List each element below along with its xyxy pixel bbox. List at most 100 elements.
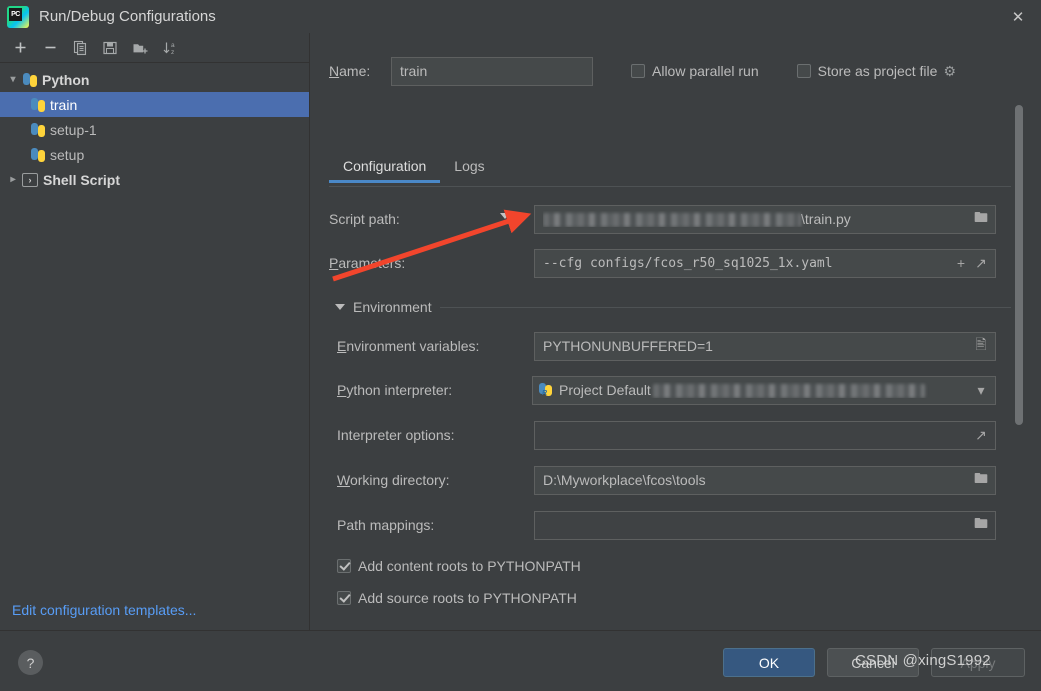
sidebar-toolbar: a z xyxy=(0,33,309,63)
shell-script-icon: › xyxy=(22,172,38,187)
checkbox-box xyxy=(337,591,351,605)
tree-item-setup-1[interactable]: setup-1 xyxy=(0,117,309,142)
name-row: Name: Allow parallel run Store as projec… xyxy=(329,55,1029,87)
checkbox-box xyxy=(631,64,645,78)
list-edit-icon[interactable]: 🖹 xyxy=(971,334,991,358)
folder-icon[interactable]: 🖿 xyxy=(971,207,991,231)
interpreter-options-field[interactable]: ↗ xyxy=(534,420,996,450)
working-directory-label: Working directory: xyxy=(337,472,450,488)
add-source-roots-label: Add source roots to PYTHONPATH xyxy=(358,590,577,606)
add-source-roots-checkbox[interactable]: Add source roots to PYTHONPATH xyxy=(337,590,577,606)
working-directory-field[interactable]: D:\Myworkplace\fcos\tools 🖿 xyxy=(534,465,996,495)
tab-separator xyxy=(329,186,1011,187)
add-configuration-button[interactable] xyxy=(6,36,34,60)
python-interpreter-icon: R xyxy=(538,382,554,398)
add-macro-icon[interactable]: + xyxy=(951,255,971,271)
python-interpreter-value: Project Default xyxy=(559,382,971,399)
python-interpreter-field[interactable]: R Project Default ▾ xyxy=(532,375,996,405)
path-mappings-label: Path mappings: xyxy=(337,517,435,533)
configurations-tree: ▾ Python train setup-1 setup ▸ › Shell S… xyxy=(0,63,309,192)
script-path-label: Script path: xyxy=(329,211,400,227)
path-mappings-field[interactable]: 🖿 xyxy=(534,510,996,540)
checkbox-box xyxy=(796,64,811,78)
expand-icon[interactable]: ↗ xyxy=(971,255,991,272)
tab-logs[interactable]: Logs xyxy=(440,155,498,183)
python-interpreter-label: Python interpreter: xyxy=(337,382,453,398)
remove-configuration-button[interactable] xyxy=(36,36,64,60)
name-label: Name: xyxy=(329,63,371,79)
configuration-detail-panel: Name: Allow parallel run Store as projec… xyxy=(311,33,1041,650)
title-bar: Run/Debug Configurations ✕ xyxy=(0,0,1041,33)
tree-item-train[interactable]: train xyxy=(0,92,309,117)
environment-variables-field[interactable]: PYTHONUNBUFFERED=1 🖹 xyxy=(534,331,996,361)
python-icon xyxy=(22,72,38,88)
python-interpreter-row: Python interpreter: R Project Default ▾ xyxy=(329,375,1011,405)
pycharm-logo-icon xyxy=(7,5,29,28)
tree-item-setup[interactable]: setup xyxy=(0,142,309,167)
working-directory-row: Working directory: D:\Myworkplace\fcos\t… xyxy=(329,465,1011,495)
gear-icon[interactable]: ⚙ xyxy=(943,63,956,80)
vertical-scrollbar-thumb[interactable] xyxy=(1015,105,1023,425)
triangle-down-icon[interactable] xyxy=(335,304,345,310)
tab-configuration[interactable]: Configuration xyxy=(329,155,441,183)
environment-variables-label: Environment variables: xyxy=(337,338,480,354)
parameters-value: --cfg configs/fcos_r50_sq1025_1x.yaml xyxy=(543,255,833,271)
environment-section-title: Environment xyxy=(353,299,432,315)
name-input[interactable] xyxy=(391,56,593,86)
chevron-down-icon[interactable]: ▾ xyxy=(4,74,22,85)
configurations-sidebar: a z ▾ Python train setup-1 setup ▸ › She… xyxy=(0,33,310,630)
close-icon[interactable]: ✕ xyxy=(995,0,1041,33)
folder-icon[interactable]: 🖿 xyxy=(971,513,991,537)
script-path-dropdown-icon[interactable] xyxy=(500,213,510,219)
tree-item-label: train xyxy=(50,96,78,113)
configuration-form: Script path: \train.py 🖿 Parameters: --c… xyxy=(329,196,1011,650)
allow-parallel-run-checkbox[interactable]: Allow parallel run xyxy=(631,63,759,79)
tree-group-label: Shell Script xyxy=(43,171,121,188)
section-divider xyxy=(439,306,1011,308)
allow-parallel-run-label: Allow parallel run xyxy=(652,63,759,79)
environment-section-header[interactable]: Environment xyxy=(329,299,1011,315)
environment-variables-row: Environment variables: PYTHONUNBUFFERED=… xyxy=(329,331,1011,361)
chevron-right-icon[interactable]: ▸ xyxy=(4,174,22,185)
store-as-project-file-label: Store as project file xyxy=(817,63,938,79)
folder-icon[interactable]: 🖿 xyxy=(971,468,991,492)
redacted-path xyxy=(543,213,801,228)
watermark-text: CSDN @xingS1992 xyxy=(855,652,991,669)
window-title: Run/Debug Configurations xyxy=(39,8,216,25)
script-path-value: \train.py xyxy=(543,210,971,228)
add-content-roots-label: Add content roots to PYTHONPATH xyxy=(358,558,581,574)
checkbox-box xyxy=(337,559,351,573)
parameters-label: Parameters: xyxy=(329,255,406,271)
python-icon xyxy=(30,97,46,113)
store-as-project-file-checkbox[interactable]: Store as project file ⚙ xyxy=(796,63,956,80)
sort-az-button[interactable]: a z xyxy=(156,36,184,60)
script-path-row: Script path: \train.py 🖿 xyxy=(329,204,1011,234)
chevron-down-icon[interactable]: ▾ xyxy=(971,382,991,399)
redacted-interpreter-path xyxy=(652,384,925,399)
tree-item-label: setup-1 xyxy=(50,121,97,138)
script-path-field[interactable]: \train.py 🖿 xyxy=(534,204,996,234)
parameters-row: Parameters: --cfg configs/fcos_r50_sq102… xyxy=(329,248,1011,278)
save-configuration-button[interactable] xyxy=(96,36,124,60)
new-folder-button[interactable] xyxy=(126,36,154,60)
copy-configuration-button[interactable] xyxy=(66,36,94,60)
tree-group-shell-script[interactable]: ▸ › Shell Script xyxy=(0,167,309,192)
help-button[interactable]: ? xyxy=(18,650,43,675)
tree-group-python[interactable]: ▾ Python xyxy=(0,67,309,92)
add-content-roots-checkbox[interactable]: Add content roots to PYTHONPATH xyxy=(337,558,581,574)
python-icon xyxy=(30,147,46,163)
expand-icon[interactable]: ↗ xyxy=(971,427,991,444)
script-path-suffix: \train.py xyxy=(801,210,851,227)
path-mappings-row: Path mappings: 🖿 xyxy=(329,510,1011,540)
parameters-field[interactable]: --cfg configs/fcos_r50_sq1025_1x.yaml + … xyxy=(534,248,996,278)
tree-group-label: Python xyxy=(42,71,90,88)
svg-text:z: z xyxy=(171,49,174,56)
working-directory-value: D:\Myworkplace\fcos\tools xyxy=(543,472,706,488)
detail-tabs: Configuration Logs xyxy=(329,155,1029,187)
tree-item-label: setup xyxy=(50,146,85,163)
interpreter-options-row: Interpreter options: ↗ xyxy=(329,420,1011,450)
interpreter-options-label: Interpreter options: xyxy=(337,427,455,443)
environment-variables-value: PYTHONUNBUFFERED=1 xyxy=(543,338,713,354)
edit-configuration-templates-link[interactable]: Edit configuration templates... xyxy=(12,602,196,618)
ok-button[interactable]: OK xyxy=(723,648,815,677)
